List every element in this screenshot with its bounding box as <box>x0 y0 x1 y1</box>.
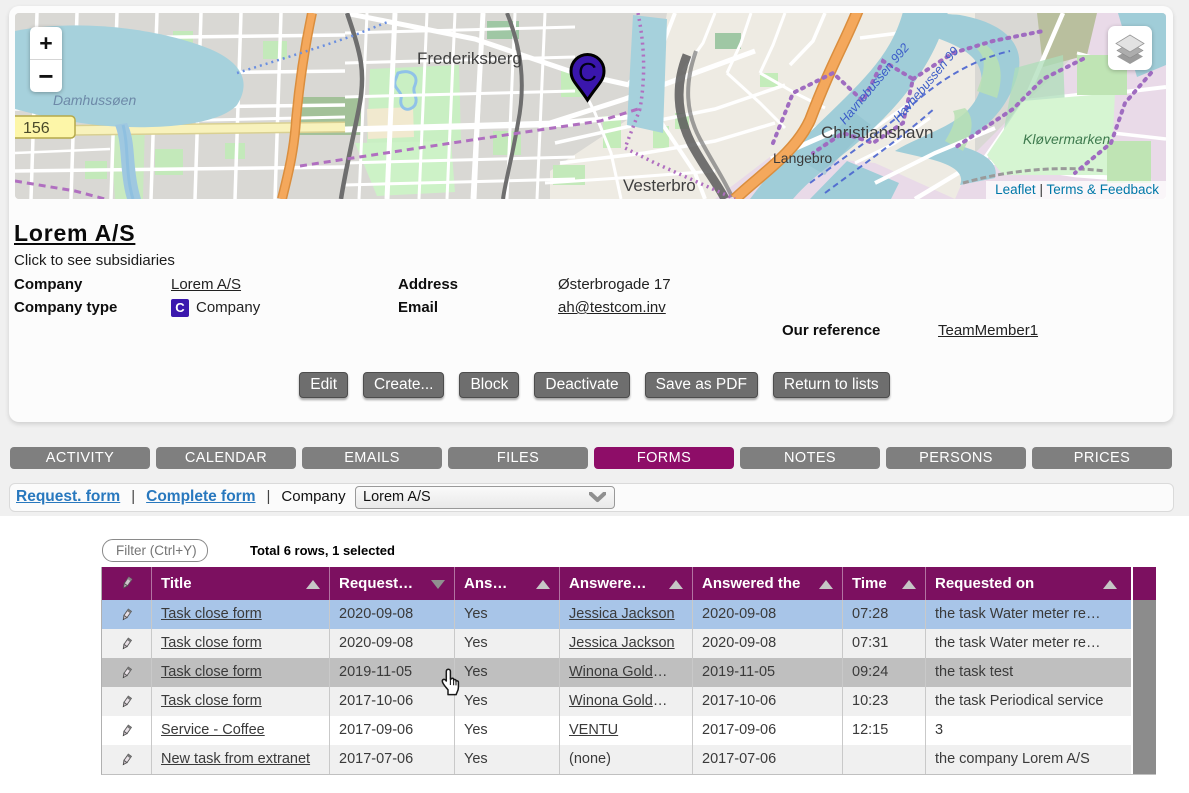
svg-text:156: 156 <box>23 120 50 137</box>
svg-text:Kløvermarken: Kløvermarken <box>1023 131 1110 147</box>
svg-text:Vesterbro: Vesterbro <box>623 176 696 195</box>
svg-text:Damhussøen: Damhussøen <box>53 92 136 108</box>
svg-text:Frederiksberg: Frederiksberg <box>417 49 522 68</box>
svg-text:C: C <box>578 57 597 87</box>
svg-text:Langebro: Langebro <box>773 150 832 166</box>
svg-text:Christianshavn: Christianshavn <box>821 123 933 142</box>
